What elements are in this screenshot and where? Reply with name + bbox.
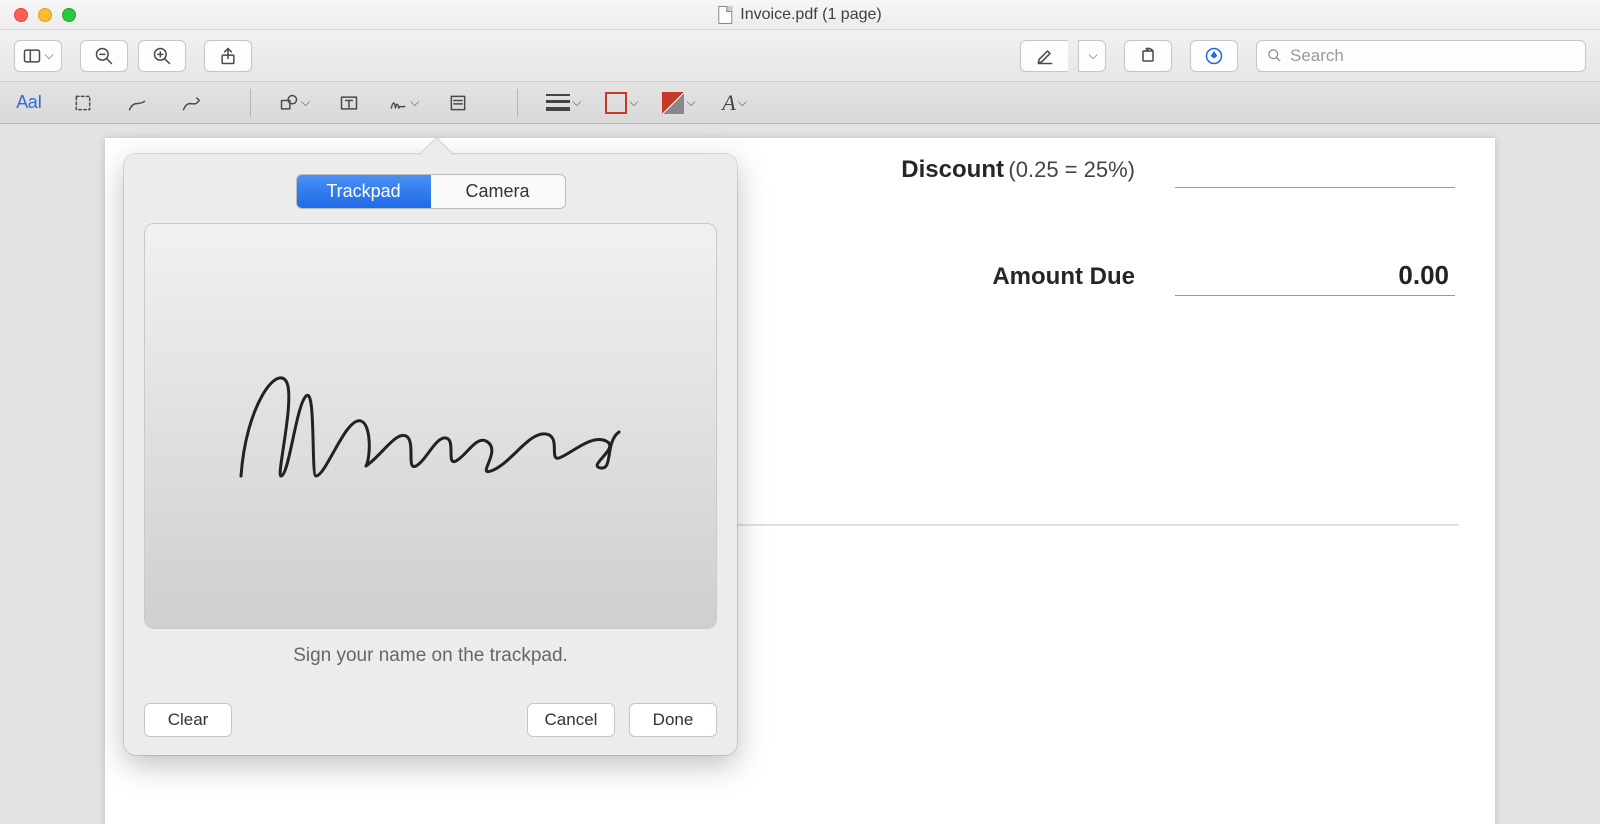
chevron-down-icon: ⌵: [738, 95, 747, 110]
sidebar-icon: [22, 46, 42, 66]
cancel-button[interactable]: Cancel: [527, 703, 615, 737]
done-button[interactable]: Done: [629, 703, 717, 737]
text-box-icon: [339, 93, 359, 113]
border-color-button[interactable]: ⌵: [605, 88, 638, 118]
rotate-button[interactable]: [1124, 40, 1172, 72]
amount-due-value: 0.00: [1175, 256, 1455, 296]
border-swatch-icon: [605, 92, 627, 114]
search-placeholder: Search: [1290, 46, 1344, 66]
zoom-in-button[interactable]: [138, 40, 186, 72]
signature-pad[interactable]: [144, 223, 717, 629]
window-title: Invoice.pdf (1 page): [718, 6, 881, 24]
amount-due-label: Amount Due: [992, 263, 1135, 291]
chevron-down-icon: ⌵: [572, 95, 581, 110]
shapes-button[interactable]: ⌵: [279, 88, 310, 118]
close-window-button[interactable]: [14, 8, 28, 22]
sketch-icon: [127, 93, 147, 113]
text-box-button[interactable]: [334, 88, 364, 118]
sidebar-view-button[interactable]: ⌵: [14, 40, 62, 72]
fill-swatch-icon: [662, 92, 684, 114]
discount-value: [1175, 156, 1455, 188]
draw-button[interactable]: [176, 88, 206, 118]
markup-button[interactable]: [1190, 40, 1238, 72]
zoom-out-button[interactable]: [80, 40, 128, 72]
signature-icon: [388, 93, 408, 113]
line-weight-icon: [546, 94, 570, 111]
window-controls: [14, 8, 76, 22]
selection-icon: [73, 93, 93, 113]
note-button[interactable]: [443, 88, 473, 118]
markup-toolbar: AaI ⌵ ⌵ ⌵ ⌵: [0, 82, 1600, 124]
border-weight-button[interactable]: ⌵: [546, 88, 581, 118]
window-title-text: Invoice.pdf (1 page): [740, 6, 881, 24]
shapes-icon: [279, 93, 299, 113]
chevron-down-icon: ⌵: [686, 95, 695, 110]
font-style-icon: A: [722, 90, 735, 116]
zoom-in-icon: [152, 46, 172, 66]
search-icon: [1267, 48, 1282, 63]
signature-stroke: [221, 346, 641, 506]
search-input[interactable]: Search: [1256, 40, 1586, 72]
camera-tab[interactable]: Camera: [431, 175, 565, 208]
note-icon: [448, 93, 468, 113]
sketch-button[interactable]: [122, 88, 152, 118]
signature-instruction: Sign your name on the trackpad.: [144, 645, 717, 667]
signature-source-tabs: Trackpad Camera: [296, 174, 566, 209]
highlighter-icon: [1035, 46, 1055, 66]
chevron-down-icon: ⌵: [301, 95, 310, 110]
highlight-button[interactable]: [1020, 40, 1068, 72]
minimize-window-button[interactable]: [38, 8, 52, 22]
text-select-button[interactable]: AaI: [14, 88, 44, 118]
markup-icon: [1204, 46, 1224, 66]
clear-button[interactable]: Clear: [144, 703, 232, 737]
discount-label: Discount: [901, 156, 1004, 183]
chevron-down-icon: ⌵: [629, 95, 638, 110]
draw-icon: [181, 93, 201, 113]
main-toolbar: ⌵ ⌵ Search: [0, 30, 1600, 82]
signature-popover: Trackpad Camera Sign your name on the tr…: [124, 154, 737, 755]
zoom-out-icon: [94, 46, 114, 66]
chevron-down-icon: ⌵: [410, 95, 419, 110]
titlebar: Invoice.pdf (1 page): [0, 0, 1600, 30]
share-button[interactable]: [204, 40, 252, 72]
chevron-down-icon: ⌵: [1088, 48, 1097, 63]
document-icon: [718, 6, 732, 24]
trackpad-tab[interactable]: Trackpad: [297, 175, 431, 208]
sign-button[interactable]: ⌵: [388, 88, 419, 118]
text-style-button[interactable]: A ⌵: [720, 88, 750, 118]
chevron-down-icon: ⌵: [44, 48, 53, 63]
share-icon: [218, 46, 238, 66]
rotate-icon: [1138, 46, 1158, 66]
rect-select-button[interactable]: [68, 88, 98, 118]
fill-color-button[interactable]: ⌵: [662, 88, 695, 118]
discount-sublabel: (0.25 = 25%): [1008, 157, 1135, 182]
maximize-window-button[interactable]: [62, 8, 76, 22]
highlight-style-button[interactable]: ⌵: [1078, 40, 1106, 72]
